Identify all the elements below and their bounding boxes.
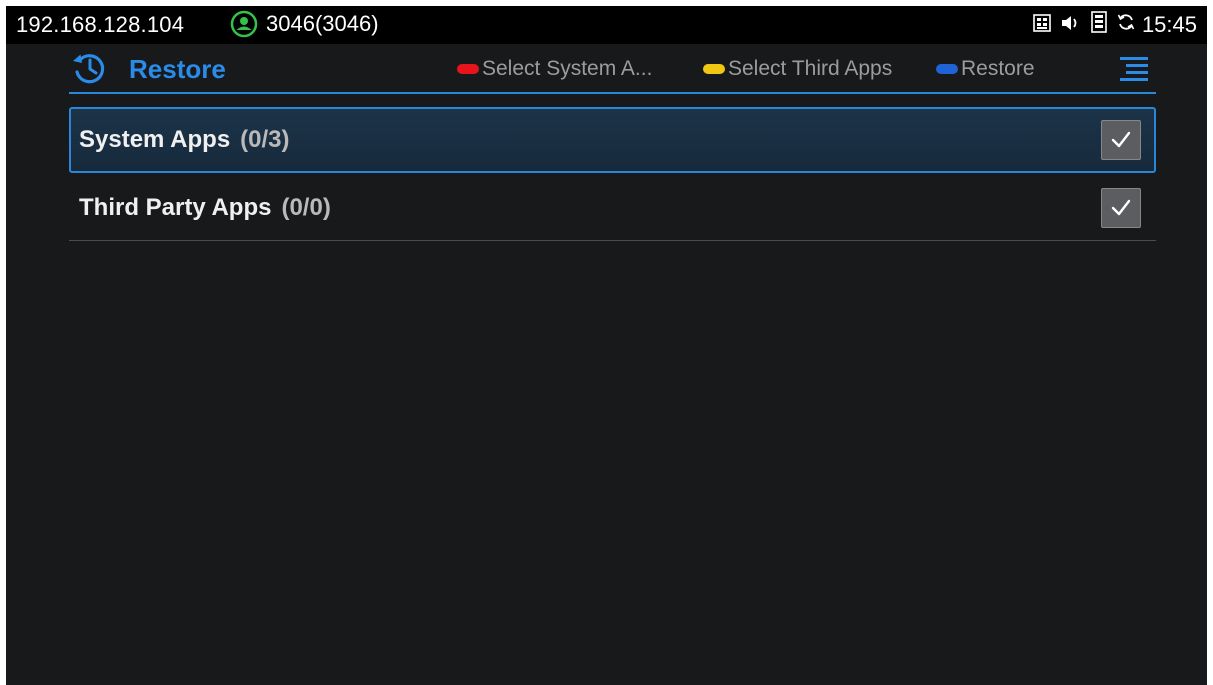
- account-status-icon: [230, 10, 258, 38]
- list-item-count: (0/3): [240, 126, 290, 153]
- checkmark-icon: [1111, 199, 1131, 215]
- page-title: Restore: [129, 54, 226, 84]
- network-icon: [1033, 12, 1051, 38]
- status-time: 15:45: [1141, 12, 1197, 37]
- list-item-label: System Apps: [79, 126, 231, 153]
- hint-red-label: Select System A...: [482, 57, 653, 80]
- status-icons: 15:45: [1024, 11, 1197, 39]
- volume-icon: [1060, 12, 1082, 38]
- sync-icon: [1116, 12, 1136, 38]
- menu-icon[interactable]: [1118, 54, 1150, 84]
- list-item-count: (0/0): [281, 193, 331, 221]
- status-account-label: 3046(3046): [266, 11, 379, 36]
- screen: 192.168.128.104 3046(3046) 15:45 Restore…: [6, 6, 1207, 685]
- blue-key-icon: [936, 64, 958, 74]
- list-item-third-party-apps[interactable]: Third Party Apps (0/0): [69, 175, 1156, 241]
- status-ip-address: 192.168.128.104: [16, 12, 185, 37]
- storage-icon: [1091, 11, 1107, 39]
- yellow-key-icon: [703, 64, 725, 74]
- checkmark-icon: [1111, 131, 1131, 148]
- list-item-label: Third Party Apps: [79, 193, 272, 221]
- status-bar: 192.168.128.104 3046(3046) 15:45: [6, 6, 1207, 44]
- app-category-list: System Apps (0/3) Third Party Apps (0/0): [69, 107, 1156, 241]
- red-key-icon: [457, 64, 479, 74]
- third-party-apps-checkbox[interactable]: [1101, 187, 1141, 228]
- hint-red-select-system-apps[interactable]: Select System A...: [457, 57, 652, 81]
- page-header: Restore Select System A... Select Third …: [69, 44, 1156, 94]
- hint-blue-label: Restore: [961, 57, 1035, 80]
- hint-yellow-select-third-apps[interactable]: Select Third Apps: [703, 57, 892, 81]
- status-account: 3046(3046): [230, 10, 379, 38]
- system-apps-checkbox[interactable]: [1101, 120, 1141, 160]
- list-item-system-apps[interactable]: System Apps (0/3): [69, 107, 1156, 173]
- hint-yellow-label: Select Third Apps: [728, 57, 893, 80]
- hint-blue-restore[interactable]: Restore: [936, 57, 1035, 81]
- header-divider: [69, 92, 1156, 94]
- history-restore-icon: [71, 50, 107, 86]
